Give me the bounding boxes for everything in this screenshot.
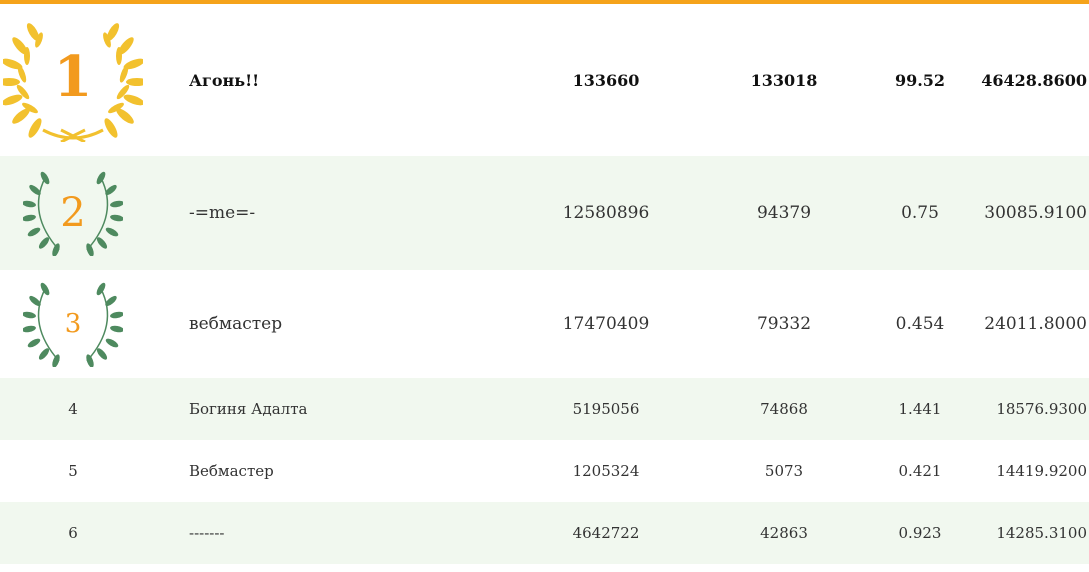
value-col1: 1205324 <box>572 462 640 480</box>
value-col4: 24011.8000 <box>984 314 1087 334</box>
value-col3: 0.421 <box>898 462 942 480</box>
table-row: 1 Агонь!! 133660 133018 99.52 46428.8600 <box>0 4 1089 156</box>
green-laurel-wreath-icon: 2 <box>23 170 123 256</box>
value-col2: 42863 <box>760 524 808 542</box>
value-col1: 133660 <box>572 70 640 90</box>
value-col2: 133018 <box>750 70 818 90</box>
leaderboard-table: 1 Агонь!! 133660 133018 99.52 46428.8600 <box>0 4 1089 564</box>
rank-cell: 3 <box>0 270 146 378</box>
value-col1: 17470409 <box>562 314 650 334</box>
user-name: ------- <box>189 524 225 542</box>
rank-number: 6 <box>68 524 78 542</box>
value-col2: 5073 <box>764 462 804 480</box>
rank-number: 4 <box>68 400 78 418</box>
value-col1: 5195056 <box>572 400 640 418</box>
table-row: 5 Вебмастер 1205324 5073 0.421 14419.920… <box>0 440 1089 502</box>
user-name: Богиня Адалта <box>189 400 308 418</box>
value-col2: 94379 <box>756 203 812 223</box>
value-col3: 99.52 <box>894 70 946 90</box>
value-col2: 74868 <box>760 400 808 418</box>
value-col4: 30085.9100 <box>984 203 1087 223</box>
table-row: 6 ------- 4642722 42863 0.923 14285.3100 <box>0 502 1089 564</box>
table-row: 2 -=me=- 12580896 94379 0.75 30085.9100 <box>0 156 1089 270</box>
table-row: 4 Богиня Адалта 5195056 74868 1.441 1857… <box>0 378 1089 440</box>
green-laurel-wreath-icon: 3 <box>23 281 123 367</box>
gold-laurel-wreath-icon: 1 <box>3 18 143 142</box>
user-name: Вебмастер <box>189 462 274 480</box>
value-col4: 46428.8600 <box>981 70 1087 90</box>
value-col3: 0.454 <box>895 314 945 334</box>
value-col4: 14285.3100 <box>996 524 1087 542</box>
user-name: -=me=- <box>189 203 256 223</box>
rank-number: 2 <box>60 190 86 236</box>
value-col4: 18576.9300 <box>996 400 1087 418</box>
value-col1: 4642722 <box>572 524 640 542</box>
rank-cell: 2 <box>0 156 146 270</box>
value-col4: 14419.9200 <box>996 462 1087 480</box>
value-col3: 0.923 <box>898 524 942 542</box>
value-col3: 1.441 <box>898 400 942 418</box>
value-col1: 12580896 <box>562 203 650 223</box>
rank-number: 3 <box>64 309 82 339</box>
user-name: Агонь!! <box>189 70 260 90</box>
value-col3: 0.75 <box>901 203 939 223</box>
user-name: вебмастер <box>189 314 283 334</box>
table-row: 3 вебмастер 17470409 79332 0.454 24011.8… <box>0 270 1089 378</box>
rank-cell: 1 <box>0 4 146 156</box>
rank-number: 5 <box>68 462 78 480</box>
rank-number: 1 <box>53 44 93 110</box>
value-col2: 79332 <box>756 314 812 334</box>
